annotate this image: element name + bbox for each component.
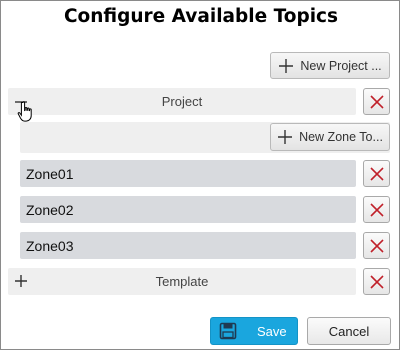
delete-zone02-button[interactable] — [363, 196, 390, 223]
save-button[interactable]: Save — [210, 317, 298, 345]
delete-zone03-button[interactable] — [363, 232, 390, 259]
new-zone-button[interactable]: New Zone To... — [270, 123, 390, 151]
zone-item[interactable]: Zone02 — [20, 196, 356, 223]
hand-pointer-icon — [17, 101, 32, 122]
zone-label: Zone01 — [26, 165, 74, 182]
plus-icon — [279, 58, 294, 73]
cancel-label: Cancel — [328, 323, 370, 339]
new-zone-label: New Zone To... — [299, 130, 383, 144]
close-x-icon — [369, 94, 384, 109]
project-row[interactable]: Project — [8, 88, 356, 115]
dialog-title: Configure Available Topics — [63, 6, 339, 27]
close-x-icon — [369, 202, 384, 217]
zone-item[interactable]: Zone01 — [20, 160, 356, 187]
close-x-icon — [369, 274, 384, 289]
new-project-button[interactable]: New Project ... — [270, 52, 390, 79]
expand-template-icon[interactable] — [14, 274, 28, 288]
save-label: Save — [257, 323, 287, 339]
delete-zone01-button[interactable] — [363, 160, 390, 187]
project-label: Project — [161, 94, 203, 109]
cancel-button[interactable]: Cancel — [307, 317, 391, 345]
plus-icon — [278, 130, 293, 144]
configure-topics-dialog: Configure Available Topics New Project .… — [0, 0, 400, 350]
floppy-disk-icon — [219, 322, 237, 340]
delete-project-button[interactable] — [363, 88, 390, 115]
template-row[interactable]: Template — [8, 268, 356, 295]
zone-label: Zone02 — [26, 201, 74, 218]
template-label: Template — [155, 274, 209, 289]
zone-item[interactable]: Zone03 — [20, 232, 356, 259]
delete-template-button[interactable] — [363, 268, 390, 295]
new-project-label: New Project ... — [300, 58, 382, 73]
close-x-icon — [369, 166, 384, 181]
zone-label: Zone03 — [26, 237, 74, 254]
close-x-icon — [369, 238, 384, 253]
